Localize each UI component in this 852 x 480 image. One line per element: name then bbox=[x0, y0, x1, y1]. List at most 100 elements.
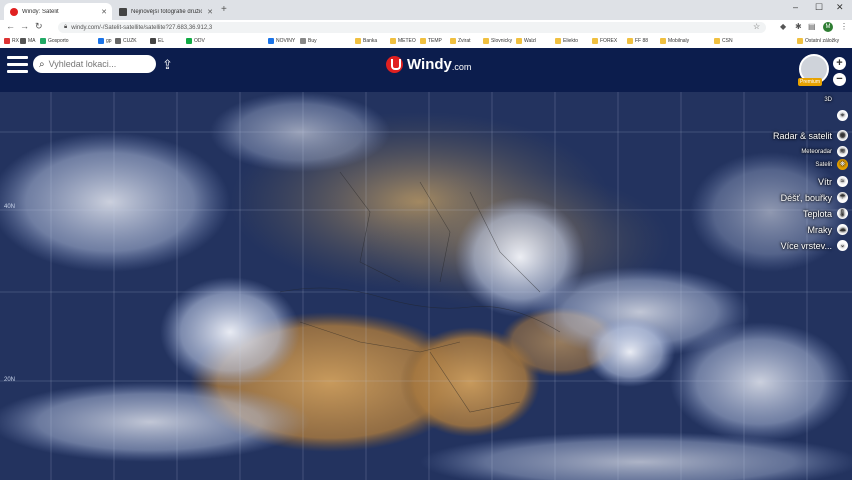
layer-label: Déšť, bouřky bbox=[780, 192, 832, 203]
zoom-in-button[interactable]: + bbox=[833, 57, 846, 70]
tab-satellite-photos[interactable]: Nejnovější fotografie družic E... ✕ bbox=[113, 3, 218, 20]
bookmark-item[interactable]: Zvirat bbox=[450, 38, 471, 44]
windy-favicon-icon bbox=[10, 7, 18, 16]
extension-icon[interactable]: ◆ bbox=[780, 22, 786, 31]
reading-list-icon[interactable]: ▤ bbox=[808, 22, 816, 31]
bookmark-icon bbox=[450, 38, 456, 44]
lock-icon: 🔒︎ bbox=[64, 24, 68, 30]
bookmark-item[interactable]: CUZK bbox=[115, 38, 137, 44]
layer-3d-icon bbox=[837, 94, 848, 105]
close-window-button[interactable]: ✕ bbox=[836, 2, 844, 13]
bookmark-label: Zvirat bbox=[458, 38, 471, 44]
bookmark-icon bbox=[4, 38, 10, 44]
bookmark-item[interactable]: Gosporto bbox=[40, 38, 69, 44]
layer-label: Více vrstev... bbox=[780, 240, 832, 251]
bookmark-item[interactable]: Buy bbox=[300, 38, 317, 44]
address-bar[interactable]: 🔒︎ windy.com/-/Satelit-satellite/satelli… bbox=[58, 22, 766, 33]
bookmark-item[interactable]: MA bbox=[20, 38, 36, 44]
bookmark-label: FOREX bbox=[600, 38, 618, 44]
forward-icon[interactable]: → bbox=[20, 21, 29, 31]
star-icon[interactable]: ☆ bbox=[753, 22, 760, 31]
layer-item[interactable]: 3D bbox=[824, 94, 848, 105]
share-icon[interactable]: ⇪ bbox=[162, 57, 173, 73]
bookmark-item[interactable]: Banka bbox=[355, 38, 377, 44]
pin-icon: ⌖ bbox=[837, 110, 848, 121]
tab-windy[interactable]: Windy: Satelit ✕ bbox=[4, 3, 112, 20]
bookmark-label: FF 88 bbox=[635, 38, 649, 44]
search-icon: ⌕ bbox=[39, 58, 45, 70]
close-tab-icon[interactable]: ✕ bbox=[207, 8, 213, 16]
bookmark-icon bbox=[483, 38, 489, 44]
layer-label: Meteoradar bbox=[801, 148, 832, 155]
bookmark-label: gp bbox=[106, 38, 112, 44]
url-text: windy.com/-/Satelit-satellite/satellite?… bbox=[71, 24, 213, 31]
layer-item[interactable]: Radar & satelit ◉ bbox=[773, 130, 848, 141]
folder-icon bbox=[797, 38, 803, 44]
bookmark-item[interactable]: EL bbox=[150, 38, 164, 44]
bookmark-icon bbox=[300, 38, 306, 44]
layer-label: Vítr bbox=[817, 176, 832, 187]
layer-item[interactable]: Déšť, bouřky ☂ bbox=[781, 192, 848, 203]
location-search-input[interactable]: ⌕ Vyhledat lokaci... bbox=[33, 55, 156, 73]
latitude-label: 20N bbox=[4, 377, 16, 383]
bookmark-icon bbox=[660, 38, 666, 44]
satellite-map[interactable]: 20W020E40E60E80E100E120E140E160E 40N 20N bbox=[0, 92, 852, 480]
bookmark-icon bbox=[150, 38, 156, 44]
new-tab-button[interactable]: + bbox=[221, 4, 227, 15]
bookmark-item[interactable]: METEO bbox=[390, 38, 416, 44]
windy-logo[interactable]: Windy .com bbox=[386, 56, 471, 73]
layer-item[interactable]: Vítr ≈ bbox=[818, 176, 848, 187]
browser-toolbar: ← → ↻ 🔒︎ windy.com/-/Satelit-satellite/s… bbox=[0, 20, 852, 35]
reload-icon[interactable]: ↻ bbox=[35, 21, 43, 32]
layer-item[interactable]: Satelit ⛯ bbox=[815, 159, 848, 170]
kebab-menu-icon[interactable]: ⋮ bbox=[840, 22, 848, 31]
logo-domain: .com bbox=[451, 61, 472, 72]
profile-avatar[interactable]: M bbox=[823, 22, 833, 32]
layer-item[interactable]: Více vrstev... ⌄ bbox=[781, 240, 848, 251]
bookmark-icon bbox=[268, 38, 274, 44]
layer-item[interactable]: ⌖ bbox=[832, 110, 848, 121]
bookmark-icon bbox=[115, 38, 121, 44]
logo-name: Windy bbox=[407, 56, 452, 73]
bookmark-label: CSN bbox=[722, 38, 733, 44]
bookmark-item[interactable]: Slovnicky bbox=[483, 38, 512, 44]
bookmark-icon bbox=[627, 38, 633, 44]
layer-item[interactable]: Meteoradar ≋ bbox=[801, 146, 848, 157]
wind-icon: ≈ bbox=[837, 176, 848, 187]
zoom-out-button[interactable]: − bbox=[833, 73, 846, 86]
layer-item[interactable]: Mraky ☁ bbox=[808, 224, 848, 235]
bookmark-item[interactable]: Mobilnaly bbox=[660, 38, 689, 44]
radar-icon: ◉ bbox=[837, 130, 848, 141]
bookmark-item[interactable]: FF 88 bbox=[627, 38, 648, 44]
maximize-button[interactable]: ☐ bbox=[815, 2, 823, 13]
back-icon[interactable]: ← bbox=[6, 21, 15, 31]
bookmark-label: Banka bbox=[363, 38, 378, 44]
other-bookmarks[interactable]: Ostatní záložky bbox=[797, 38, 839, 44]
bookmark-label: TEMP bbox=[428, 38, 442, 44]
bookmark-item[interactable]: Walzl bbox=[516, 38, 536, 44]
close-tab-icon[interactable]: ✕ bbox=[101, 8, 107, 16]
bookmark-item[interactable]: TEMP bbox=[420, 38, 442, 44]
tab-title: Windy: Satelit bbox=[22, 8, 59, 15]
bookmark-item[interactable]: FOREX bbox=[592, 38, 617, 44]
bookmark-label: Mobilnaly bbox=[668, 38, 690, 44]
bookmark-icon bbox=[592, 38, 598, 44]
satellite-imagery bbox=[0, 92, 852, 480]
windy-header: ⌕ Vyhledat lokaci... ⇪ Windy .com Premiu… bbox=[0, 48, 852, 92]
browser-tab-strip: Windy: Satelit ✕ Nejnovější fotografie d… bbox=[0, 0, 852, 20]
bookmark-item[interactable]: gp bbox=[98, 38, 112, 44]
puzzle-icon[interactable]: ✱ bbox=[795, 22, 802, 31]
bookmark-item[interactable]: CSN bbox=[714, 38, 733, 44]
minimize-button[interactable]: – bbox=[793, 2, 798, 12]
windy-logo-icon bbox=[386, 56, 403, 73]
bookmark-item[interactable]: RX bbox=[4, 38, 19, 44]
layer-item[interactable]: Teplota 🌡︎ bbox=[803, 208, 848, 219]
bookmark-item[interactable]: ODV bbox=[186, 38, 205, 44]
bookmark-label: METEO bbox=[398, 38, 416, 44]
bookmark-item[interactable]: Eliekto bbox=[555, 38, 578, 44]
hamburger-menu-icon[interactable] bbox=[7, 56, 28, 73]
bookmark-label: EL bbox=[158, 38, 165, 44]
bookmark-icon bbox=[186, 38, 192, 44]
bookmark-item[interactable]: NOVINY bbox=[268, 38, 295, 44]
bookmarks-bar: RX MA Gosporto gp CUZK EL ODV NOVINY Buy Banka MET… bbox=[0, 35, 852, 49]
